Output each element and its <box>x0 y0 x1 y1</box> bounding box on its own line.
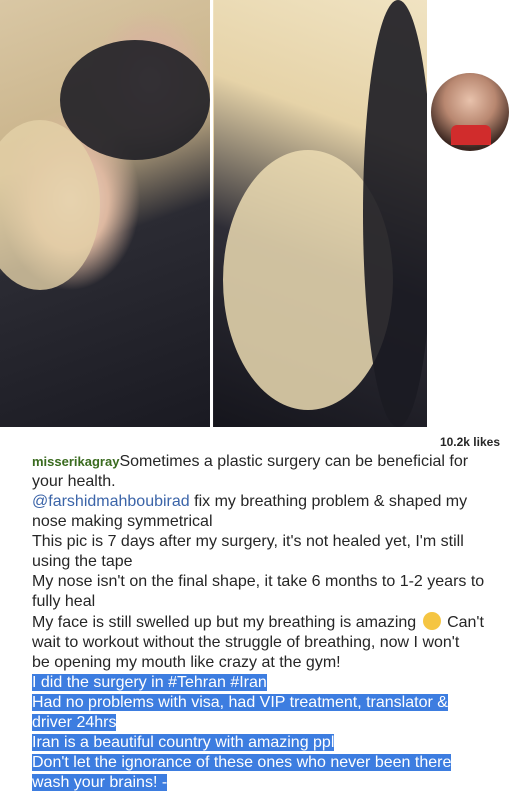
likes-count[interactable]: 10.2k likes <box>440 435 500 449</box>
caption-line-selected: Iran is a beautiful country with amazing… <box>32 734 335 751</box>
caption-line-selected: wash your brains! - <box>32 774 168 791</box>
mention-link[interactable]: @farshidmahboubirad <box>32 493 190 510</box>
caption-line: using the tape <box>32 553 133 570</box>
caption-line-selected: driver 24hrs <box>32 714 117 731</box>
caption-line: Sometimes a plastic surgery can be benef… <box>119 453 469 470</box>
caption-line: My nose isn't on the final shape, it tak… <box>32 573 485 590</box>
caption-line: Can't <box>442 614 484 631</box>
caption-line: My face is still swelled up but my breat… <box>32 614 417 631</box>
caption-line: wait to workout without the struggle of … <box>32 634 460 651</box>
caption-line-selected: Don't let the ignorance of these ones wh… <box>32 754 452 771</box>
caption-line: be opening my mouth like crazy at the gy… <box>32 654 341 671</box>
post-caption: misserikagraySometimes a plastic surgery… <box>32 452 502 793</box>
caption-username[interactable]: misserikagray <box>32 454 119 469</box>
caption-line-selected: I did the surgery in #Tehran #Iran <box>32 674 267 691</box>
caption-line: your health. <box>32 473 116 490</box>
post-photo-right[interactable] <box>213 0 427 427</box>
caption-line-selected: Had no problems with visa, had VIP treat… <box>32 694 448 711</box>
post-photo-left[interactable] <box>0 0 210 427</box>
caption-line: This pic is 7 days after my surgery, it'… <box>32 533 464 550</box>
profile-avatar[interactable] <box>431 73 509 151</box>
caption-line: fix my breathing problem & shaped my <box>189 493 468 510</box>
caption-line: nose making symmetrical <box>32 513 213 530</box>
caption-line: fully heal <box>32 593 96 610</box>
raised-hands-emoji-icon <box>422 612 441 630</box>
